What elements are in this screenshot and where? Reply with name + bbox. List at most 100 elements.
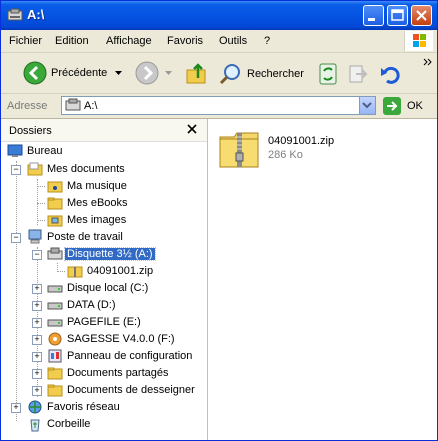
tree-line <box>37 186 45 187</box>
folders-pane: Dossiers Bureau − Mes documents Ma musiq… <box>1 119 208 440</box>
tree-line <box>37 220 45 221</box>
tree-item-ma-musique[interactable]: Ma musique <box>1 178 207 195</box>
tree-item-favoris-reseau[interactable]: + Favoris réseau <box>1 399 207 416</box>
tree-label: DATA (D:) <box>67 299 116 311</box>
collapse-toggle[interactable]: − <box>32 250 42 260</box>
folder-icon <box>47 384 63 397</box>
tree-item-poste-de-travail[interactable]: − Poste de travail <box>1 229 207 246</box>
address-input[interactable]: A:\ <box>61 96 376 115</box>
expand-toggle[interactable]: + <box>32 386 42 396</box>
tree-item-documents-desseigner[interactable]: + Documents de desseigner <box>1 382 207 399</box>
chevron-down-icon[interactable] <box>165 71 172 76</box>
hard-drive-icon <box>47 319 63 327</box>
network-places-icon <box>28 400 42 414</box>
tree-item-mes-documents[interactable]: − Mes documents <box>1 161 207 178</box>
windows-flag-icon <box>413 34 426 47</box>
zip-folder-icon <box>67 266 83 278</box>
tree-item-zip[interactable]: 04091001.zip <box>1 263 207 280</box>
menu-outils[interactable]: Outils <box>219 35 247 47</box>
tree-item-mes-ebooks[interactable]: Mes eBooks <box>1 195 207 212</box>
expand-toggle[interactable]: + <box>32 369 42 379</box>
close-button[interactable] <box>411 5 432 26</box>
address-value: A:\ <box>84 100 98 112</box>
control-panel-icon <box>48 349 62 363</box>
tree-item-data[interactable]: + DATA (D:) <box>1 297 207 314</box>
pictures-folder-icon <box>47 215 63 227</box>
windows-logo <box>404 31 433 51</box>
menu-help[interactable]: ? <box>264 35 270 47</box>
tree-item-disquette[interactable]: − Disquette 3½ (A:) <box>1 246 207 263</box>
address-label: Adresse <box>7 100 48 112</box>
maximize-icon <box>391 9 404 21</box>
address-dropdown-button[interactable] <box>359 97 375 114</box>
search-icon <box>219 64 240 85</box>
move-to-icon[interactable] <box>347 62 369 86</box>
folder-icon <box>47 367 63 380</box>
search-label: Rechercher <box>247 68 304 80</box>
close-icon[interactable] <box>187 124 197 134</box>
tree-item-sagesse[interactable]: + SAGESSE V4.0.0 (F:) <box>1 331 207 348</box>
recycle-bin-icon <box>30 419 40 432</box>
menu-affichage[interactable]: Affichage <box>106 35 152 47</box>
floppy-drive-icon <box>7 8 23 21</box>
tree-item-documents-partages[interactable]: + Documents partagés <box>1 365 207 382</box>
back-label: Précédente <box>51 67 108 79</box>
go-button[interactable]: OK <box>383 97 433 115</box>
cd-drive-icon <box>48 332 62 346</box>
go-label: OK <box>407 100 423 112</box>
expand-toggle[interactable]: + <box>32 352 42 362</box>
tree-line <box>37 203 45 204</box>
menu-fichier[interactable]: Fichier <box>9 35 42 47</box>
forward-arrow-icon <box>135 61 159 85</box>
tree-item-pagefile[interactable]: + PAGEFILE (E:) <box>1 314 207 331</box>
tree-label: Documents partagés <box>67 367 169 379</box>
floppy-drive-icon <box>65 98 81 111</box>
tree-item-bureau[interactable]: Bureau <box>1 143 207 160</box>
zip-folder-icon <box>219 132 259 168</box>
expand-toggle[interactable]: + <box>32 335 42 345</box>
window-title: A:\ <box>27 7 45 22</box>
minimize-button[interactable] <box>363 5 384 26</box>
menu-edition[interactable]: Edition <box>55 35 89 47</box>
tree-item-disque-local[interactable]: + Disque local (C:) <box>1 280 207 297</box>
tree-label-selected: Disquette 3½ (A:) <box>64 247 156 261</box>
expand-toggle[interactable]: + <box>11 403 21 413</box>
collapse-toggle[interactable]: − <box>11 165 21 175</box>
collapse-toggle[interactable]: − <box>11 233 21 243</box>
tree-label: Mes documents <box>47 163 125 175</box>
expand-toggle[interactable]: + <box>32 301 42 311</box>
menu-favoris[interactable]: Favoris <box>167 35 203 47</box>
expand-toggle[interactable]: + <box>32 284 42 294</box>
search-button[interactable]: Rechercher <box>219 61 309 87</box>
tree-label: Disque local (C:) <box>67 282 149 294</box>
chevron-down-icon <box>362 102 372 109</box>
tree-item-mes-images[interactable]: Mes images <box>1 212 207 229</box>
folder-up-icon[interactable] <box>185 62 209 86</box>
folder-icon <box>47 197 63 210</box>
tree-label: 04091001.zip <box>87 265 154 277</box>
undo-icon[interactable] <box>379 62 403 86</box>
tree-item-panneau-config[interactable]: + Panneau de configuration <box>1 348 207 365</box>
go-arrow-icon <box>383 97 401 115</box>
back-button[interactable]: Précédente <box>23 61 123 87</box>
forward-button[interactable] <box>135 61 175 87</box>
minimize-icon <box>368 18 375 21</box>
chevron-down-icon[interactable] <box>115 71 122 76</box>
back-arrow-icon <box>23 61 47 85</box>
toolbar-overflow-icon[interactable] <box>423 57 433 67</box>
folders-header: Dossiers <box>1 119 207 142</box>
tree-item-corbeille[interactable]: Corbeille <box>1 416 207 433</box>
tree-label: Corbeille <box>47 418 91 430</box>
close-icon <box>416 10 427 21</box>
tree-label: Poste de travail <box>47 231 123 243</box>
title-bar[interactable]: A:\ <box>1 1 437 30</box>
content-pane: 04091001.zip 286 Ko <box>208 119 437 440</box>
file-item[interactable]: 04091001.zip 286 Ko <box>218 127 418 173</box>
file-size: 286 Ko <box>268 149 303 161</box>
tree-label: SAGESSE V4.0.0 (F:) <box>67 333 175 345</box>
maximize-button[interactable] <box>387 5 408 26</box>
folders-sync-icon[interactable] <box>317 62 339 86</box>
expand-toggle[interactable]: + <box>32 318 42 328</box>
explorer-window: A:\ Fichier Edition Affichage Favoris Ou… <box>0 0 438 441</box>
tree-label: PAGEFILE (E:) <box>67 316 141 328</box>
